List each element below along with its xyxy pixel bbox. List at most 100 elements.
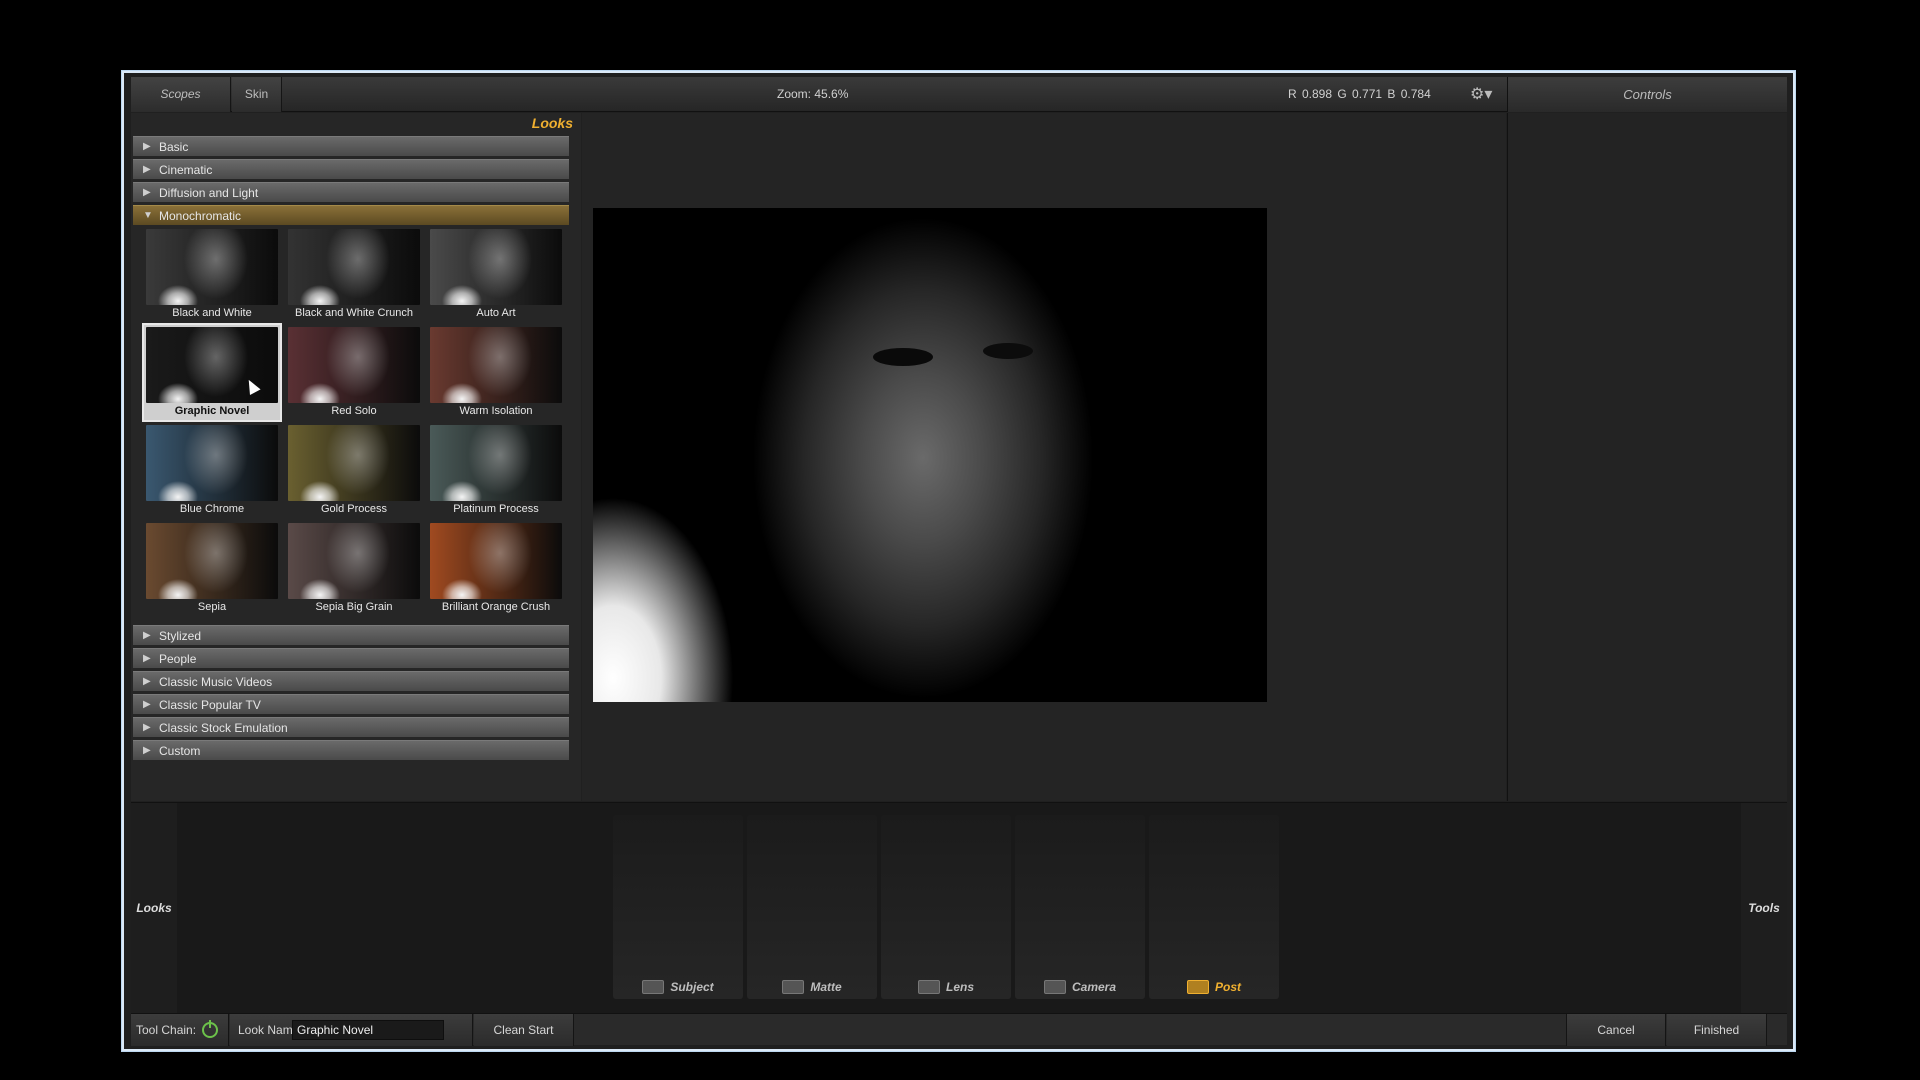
looks-panel: Looks ▶ Basic ▶ Cinematic ▶ Diffusion and Lig…: [131, 113, 581, 801]
look-preset-label: Red Solo: [331, 405, 377, 417]
tool-slot-post[interactable]: Post: [1149, 815, 1279, 999]
lens-icon: [917, 980, 940, 994]
tool-slot-camera[interactable]: Camera: [1015, 815, 1145, 999]
clean-start-button[interactable]: Clean Start: [474, 1014, 574, 1046]
collapsed-arrow-icon: ▶: [143, 722, 151, 733]
collapsed-arrow-icon: ▶: [143, 630, 151, 641]
eye-shadow: [873, 348, 933, 366]
category-diffusion-and-light[interactable]: ▶ Diffusion and Light: [133, 182, 569, 202]
category-monochromatic[interactable]: ▼ Monochromatic: [133, 205, 569, 225]
look-preset-gold-process[interactable]: Gold Process: [286, 423, 422, 518]
tool-chain-strip: Looks Subject Matte Lens Camera Post Tools: [131, 802, 1787, 1013]
finished-button[interactable]: Finished: [1667, 1014, 1767, 1046]
category-label: Diffusion and Light: [159, 186, 259, 200]
collapsed-arrow-icon: ▶: [143, 745, 151, 756]
collapsed-arrow-icon: ▶: [143, 699, 151, 710]
collapsed-arrow-icon: ▶: [143, 676, 151, 687]
look-preset-brilliant-orange-crush[interactable]: Brilliant Orange Crush: [428, 521, 564, 616]
controls-panel: [1507, 113, 1787, 801]
category-cinematic[interactable]: ▶ Cinematic: [133, 159, 569, 179]
settings-gear-icon[interactable]: ⚙▾: [1470, 86, 1496, 104]
tool-slot-subject[interactable]: Subject: [613, 815, 743, 999]
cancel-button[interactable]: Cancel: [1566, 1014, 1666, 1046]
category-label: Basic: [159, 140, 189, 154]
look-preset-label: Black and White Crunch: [295, 307, 413, 319]
tool-slot-text: Camera: [1071, 980, 1117, 994]
category-label: Classic Popular TV: [159, 698, 261, 712]
post-icon: [1186, 980, 1209, 994]
tool-slot-text: Post: [1214, 980, 1241, 994]
look-preset-label: Warm Isolation: [459, 405, 533, 417]
skin-tab[interactable]: Skin: [232, 77, 282, 112]
look-preset-platinum-process[interactable]: Platinum Process: [428, 423, 564, 518]
tool-slot-lens[interactable]: Lens: [881, 815, 1011, 999]
tool-slot-label: Post: [1149, 977, 1279, 997]
look-preset-sepia[interactable]: Sepia: [144, 521, 280, 616]
tool-slot-text: Matte: [810, 980, 842, 994]
look-preset-label: Sepia Big Grain: [315, 601, 393, 613]
look-thumbnail: [146, 229, 278, 305]
category-classic-popular-tv[interactable]: ▶ Classic Popular TV: [133, 694, 569, 714]
tool-slot-label: Lens: [881, 977, 1011, 997]
look-preset-black-and-white-crunch[interactable]: Black and White Crunch: [286, 227, 422, 322]
collapsed-arrow-icon: ▶: [143, 141, 151, 152]
category-people[interactable]: ▶ People: [133, 648, 569, 668]
looks-side-tab[interactable]: Looks: [131, 803, 177, 1013]
tool-slot-label: Camera: [1015, 977, 1145, 997]
look-thumbnail: [146, 327, 278, 403]
preview-area: [582, 113, 1506, 801]
look-preset-label: Sepia: [197, 601, 227, 613]
look-thumbnail: [430, 425, 562, 501]
look-preset-label: Brilliant Orange Crush: [441, 601, 551, 613]
power-icon[interactable]: [202, 1020, 219, 1038]
category-stylized[interactable]: ▶ Stylized: [133, 625, 569, 645]
looks-panel-title: Looks: [531, 115, 573, 131]
look-preset-blue-chrome[interactable]: Blue Chrome: [144, 423, 280, 518]
look-preset-label: Gold Process: [320, 503, 388, 515]
look-thumbnail: [288, 425, 420, 501]
category-custom[interactable]: ▶ Custom: [133, 740, 569, 760]
look-preset-warm-isolation[interactable]: Warm Isolation: [428, 325, 564, 420]
camera-icon: [1043, 980, 1066, 994]
category-label: Classic Stock Emulation: [159, 721, 288, 735]
status-bar: Tool Chain: Look Name: Graphic Novel Cle…: [131, 1013, 1787, 1046]
tool-chain-control[interactable]: Tool Chain:: [131, 1014, 229, 1046]
eye-shadow: [983, 343, 1033, 359]
look-thumbnail: [288, 229, 420, 305]
collapsed-arrow-icon: ▶: [143, 653, 151, 664]
scopes-tab[interactable]: Scopes: [131, 77, 231, 112]
look-preset-graphic-novel[interactable]: Graphic Novel: [142, 323, 282, 422]
category-label: Custom: [159, 744, 201, 758]
category-basic[interactable]: ▶ Basic: [133, 136, 569, 156]
zoom-label: Zoom:: [777, 87, 812, 101]
look-preset-black-and-white[interactable]: Black and White: [144, 227, 280, 322]
look-thumbnail: [430, 327, 562, 403]
tool-slot-label: Subject: [613, 977, 743, 997]
look-name-input[interactable]: Graphic Novel: [292, 1020, 444, 1040]
category-classic-music-videos[interactable]: ▶ Classic Music Videos: [133, 671, 569, 691]
look-thumbnail: [430, 229, 562, 305]
look-preset-red-solo[interactable]: Red Solo: [286, 325, 422, 420]
look-preset-auto-art[interactable]: Auto Art: [428, 227, 564, 322]
look-name-group: Look Name: Graphic Novel: [230, 1014, 473, 1046]
category-label: Monochromatic: [159, 209, 242, 223]
look-thumbnail: [288, 523, 420, 599]
look-thumbnail: [146, 425, 278, 501]
top-toolbar: Scopes Skin Zoom: 45.6% R 0.898 G 0.771 …: [131, 77, 1787, 112]
category-classic-stock-emulation[interactable]: ▶ Classic Stock Emulation: [133, 717, 569, 737]
category-label: Stylized: [159, 629, 202, 643]
look-preset-sepia-big-grain[interactable]: Sepia Big Grain: [286, 521, 422, 616]
look-preset-label: Blue Chrome: [179, 503, 245, 515]
controls-tab[interactable]: Controls: [1507, 77, 1787, 112]
preview-image[interactable]: [593, 208, 1267, 702]
look-preset-label: Auto Art: [476, 307, 516, 319]
rgb-readout: R 0.898 G 0.771 B 0.784: [1288, 87, 1431, 101]
tool-slots: Subject Matte Lens Camera Post: [177, 803, 1741, 1013]
tools-side-tab[interactable]: Tools: [1741, 803, 1787, 1013]
subject-icon: [642, 980, 665, 994]
tool-slot-matte[interactable]: Matte: [747, 815, 877, 999]
tool-chain-label: Tool Chain:: [136, 1023, 197, 1037]
look-thumbnail: [430, 523, 562, 599]
look-thumbnail: [288, 327, 420, 403]
look-preset-label: Platinum Process: [453, 503, 539, 515]
